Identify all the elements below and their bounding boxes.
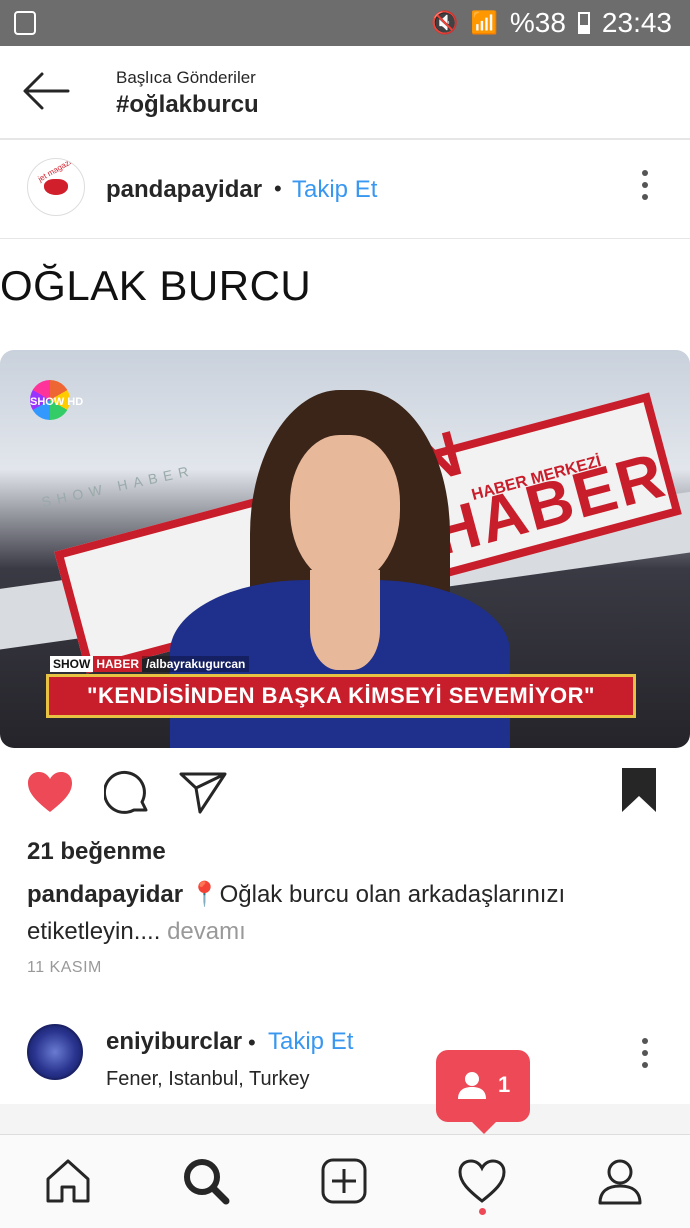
anchor-face (290, 435, 400, 585)
post-header-2: eniyiburclar • Takip Et Fener, Istanbul,… (0, 1008, 690, 1105)
top-header: Başlıca Gönderiler #oğlakburcu (0, 46, 690, 140)
separator-dot-2: • (248, 1030, 256, 1055)
clock: 23:43 (601, 7, 672, 38)
notification-count: 1 (498, 1072, 511, 1097)
likes-count[interactable]: 21 beğenme (27, 838, 166, 866)
caption-ellipsis: ... (140, 918, 161, 945)
lips-logo-icon (44, 179, 68, 195)
bottom-nav (0, 1134, 690, 1228)
activity-heart-icon[interactable] (456, 1155, 508, 1207)
tag-haber: HABER (93, 656, 143, 672)
activity-dot (479, 1208, 486, 1215)
news-ticker: "KENDİSİNDEN BAŞKA KİMSEYİ SEVEMİYOR" (46, 674, 636, 718)
comment-icon[interactable] (104, 770, 152, 818)
post-date: 11 KASIM (27, 959, 102, 976)
more-options-icon-2[interactable] (642, 1038, 650, 1074)
battery-icon (577, 12, 590, 34)
post-actions (0, 760, 690, 830)
post-text: OĞLAK BURCU (0, 262, 312, 309)
follow-button[interactable]: Takip Et (292, 176, 377, 204)
back-arrow-icon[interactable] (22, 70, 70, 112)
post2-location[interactable]: Fener, Istanbul, Turkey (106, 1068, 309, 1091)
follow-button-2[interactable]: Takip Et (268, 1028, 353, 1056)
battery-percent: %38 (509, 7, 566, 38)
header-subtitle: Başlıca Gönderiler (116, 68, 256, 87)
mute-icon: 🔇 (431, 10, 459, 35)
separator-dot: • (274, 176, 282, 201)
post-image[interactable]: N HABER HABER MERKEZİ SHOW HABER SHOW HD… (0, 350, 690, 748)
hashtag-title: #oğlakburcu (116, 91, 259, 118)
person-icon (458, 1072, 486, 1099)
follow-notification-badge[interactable]: 1 (436, 1050, 530, 1134)
post-username[interactable]: pandapayidar (106, 176, 262, 204)
add-post-icon[interactable] (318, 1155, 370, 1207)
zodiac-avatar[interactable] (27, 1024, 83, 1080)
post-header: jet magazin pandapayidar • Takip Et (0, 140, 690, 239)
status-bar: 🔇 📶 %38 23:43 (0, 0, 690, 46)
tag-show: SHOW (50, 656, 94, 672)
bookmark-filled-icon[interactable] (620, 766, 658, 814)
share-icon[interactable] (178, 770, 228, 814)
lower-third-tag: SHOW HABER /albayrakugurcan (50, 656, 250, 672)
search-icon[interactable] (180, 1155, 232, 1207)
heart-filled-icon[interactable] (26, 770, 74, 814)
pin-emoji-icon: 📍 (189, 881, 220, 908)
home-icon[interactable] (42, 1155, 94, 1207)
tag-twitter: /albayrakugurcan (142, 656, 250, 672)
next-post-peek (0, 1104, 690, 1134)
post-caption: pandapayidar 📍Oğlak burcu olan arkadaşla… (27, 876, 657, 950)
recycle-icon (14, 11, 36, 35)
post2-username[interactable]: eniyiburclar (106, 1028, 242, 1056)
profile-icon[interactable] (594, 1155, 646, 1207)
more-options-icon[interactable] (642, 170, 650, 206)
anchor-neck (310, 570, 380, 670)
caption-username[interactable]: pandapayidar (27, 881, 183, 908)
avatar[interactable]: jet magazin (27, 158, 85, 216)
wall-text: SHOW HABER (40, 461, 196, 511)
wifi-icon: 📶 (470, 10, 498, 35)
channel-logo-text: SHOW HD (30, 396, 84, 408)
caption-more-link[interactable]: devamı (167, 918, 246, 945)
